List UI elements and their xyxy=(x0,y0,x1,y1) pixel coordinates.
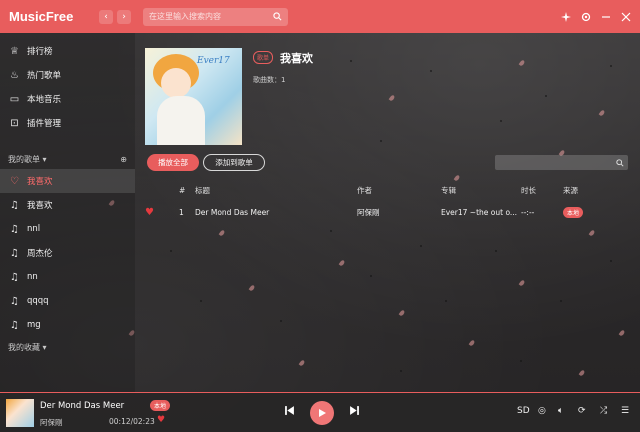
skip-next-icon[interactable] xyxy=(349,405,360,419)
title-bar: MusicFree ‹ › 在这里输入搜索内容 xyxy=(0,0,640,33)
my-sheets-header[interactable]: 我的歌单 ▾ ⊕ xyxy=(0,149,135,169)
my-collections-label: 我的收藏 xyxy=(8,342,40,352)
row-index: 1 xyxy=(179,207,184,217)
sidebar-item-sheet[interactable]: ♫ nnl xyxy=(0,217,135,241)
search-placeholder: 在这里输入搜索内容 xyxy=(149,12,221,21)
sidebar-item-sheet[interactable]: ♫ 我喜欢 xyxy=(0,193,135,217)
heart-icon: ♡ xyxy=(10,175,19,187)
my-sheets-label: 我的歌单 xyxy=(8,154,40,164)
table-row[interactable]: ♥ 1 Der Mond Das Meer 阿保剛 Ever17 ~the ou… xyxy=(135,202,640,222)
search-icon xyxy=(616,158,624,167)
sheet-type-badge: 歌单 xyxy=(253,51,274,64)
row-artist[interactable]: 阿保剛 xyxy=(357,202,380,222)
search-icon[interactable] xyxy=(273,12,282,21)
my-collections-header[interactable]: 我的收藏 ▾ xyxy=(0,337,135,357)
lyric-icon[interactable]: ◎ xyxy=(538,406,546,416)
theme-icon[interactable] xyxy=(561,11,571,22)
filter-input[interactable] xyxy=(495,155,628,170)
trophy-icon: ♕ xyxy=(10,45,19,57)
main-content: Ever17 歌单 我喜欢 歌曲数：1 播放全部 添加到歌单 # 标题 作者 专… xyxy=(135,33,640,392)
settings-icon[interactable] xyxy=(581,12,591,22)
folder-icon: ▭ xyxy=(9,93,20,105)
col-index: # xyxy=(179,185,186,195)
sidebar-item-hot-sheets[interactable]: ♨ 热门歌单 xyxy=(0,63,135,87)
sidebar-item-sheet[interactable]: ♫ nn xyxy=(0,265,135,289)
minimize-icon[interactable] xyxy=(601,12,611,22)
sidebar-item-sheet-favorites[interactable]: ♡ 我喜欢 xyxy=(0,169,135,193)
sidebar-item-label: 周杰伦 xyxy=(27,249,53,259)
source-badge: 本地 xyxy=(563,206,584,218)
now-playing-title[interactable]: Der Mond Das Meer xyxy=(40,401,124,411)
sidebar-item-local-music[interactable]: ▭ 本地音乐 xyxy=(0,87,135,111)
sidebar-item-charts[interactable]: ♕ 排行榜 xyxy=(0,39,135,63)
sidebar-item-sheet[interactable]: ♫ qqqq xyxy=(0,289,135,313)
play-button[interactable] xyxy=(310,401,334,425)
add-sheet-icon[interactable]: ⊕ xyxy=(120,155,127,164)
row-duration: --:-- xyxy=(521,207,535,217)
shuffle-icon[interactable]: ⤮ xyxy=(600,406,607,416)
play-icon xyxy=(319,409,326,417)
sidebar-item-label: 我喜欢 xyxy=(27,177,53,187)
chevron-right-icon: › xyxy=(122,11,126,22)
close-icon[interactable] xyxy=(621,12,631,22)
sidebar-item-label: 热门歌单 xyxy=(27,71,62,81)
music-note-icon: ♫ xyxy=(10,247,19,259)
search-input[interactable]: 在这里输入搜索内容 xyxy=(143,7,288,26)
music-note-icon: ♫ xyxy=(10,295,19,307)
table-header: # 标题 作者 专辑 时长 来源 xyxy=(135,181,640,199)
now-playing-cover[interactable] xyxy=(6,399,34,427)
now-playing-artist[interactable]: 阿保剛 xyxy=(40,417,63,428)
play-all-button[interactable]: 播放全部 xyxy=(147,154,199,171)
sidebar-item-label: 排行榜 xyxy=(27,47,53,57)
col-title[interactable]: 标题 xyxy=(195,181,210,199)
col-album[interactable]: 专辑 xyxy=(441,181,456,199)
back-button[interactable]: ‹ xyxy=(99,9,113,24)
chevron-left-icon: ‹ xyxy=(104,11,108,22)
sidebar-item-label: mg xyxy=(27,320,41,330)
player-bar: Der Mond Das Meer 本地 阿保剛 00:12/02:23 ♥ S… xyxy=(0,392,640,432)
music-note-icon: ♫ xyxy=(10,199,19,211)
sidebar-item-label: 本地音乐 xyxy=(27,95,62,105)
music-note-icon: ♫ xyxy=(10,223,19,235)
col-duration[interactable]: 时长 xyxy=(521,181,536,199)
music-note-icon: ♫ xyxy=(10,271,19,283)
playback-time: 00:12/02:23 xyxy=(109,417,155,426)
volume-icon[interactable]: 🔈︎ xyxy=(558,406,563,416)
sidebar-item-sheet[interactable]: ♫ 周杰伦 xyxy=(0,241,135,265)
music-note-icon: ♫ xyxy=(10,319,19,331)
skip-previous-icon[interactable] xyxy=(284,405,295,419)
sidebar-item-sheet[interactable]: ♫ mg xyxy=(0,313,135,337)
playlist-icon[interactable]: ☰ xyxy=(621,406,629,416)
now-playing-source-badge: 本地 xyxy=(150,400,171,411)
sidebar-item-label: 插件管理 xyxy=(27,119,62,129)
fire-icon: ♨ xyxy=(10,69,19,81)
sidebar-item-label: nnl xyxy=(27,224,41,234)
window-controls xyxy=(561,11,631,22)
row-title: Der Mond Das Meer xyxy=(195,207,270,217)
col-source[interactable]: 来源 xyxy=(563,181,578,199)
sidebar-item-plugins[interactable]: ⊡ 插件管理 xyxy=(0,111,135,135)
sheet-cover-image: Ever17 xyxy=(145,48,242,145)
song-count: 歌曲数：1 xyxy=(253,76,286,84)
forward-button[interactable]: › xyxy=(117,9,131,24)
sidebar-item-label: qqqq xyxy=(27,296,49,306)
sidebar-item-label: 我喜欢 xyxy=(27,201,53,211)
cover-title: Ever17 xyxy=(197,56,230,66)
row-album[interactable]: Ever17 ~the out o... xyxy=(441,202,519,222)
sheet-title: 我喜欢 xyxy=(280,52,313,65)
sidebar-item-label: nn xyxy=(27,272,38,282)
sidebar: ♕ 排行榜 ♨ 热门歌单 ▭ 本地音乐 ⊡ 插件管理 我的歌单 ▾ ⊕ ♡ 我喜… xyxy=(0,33,135,392)
heart-icon[interactable]: ♥ xyxy=(145,207,154,218)
heart-icon[interactable]: ♥ xyxy=(157,415,165,425)
app-logo: MusicFree xyxy=(9,9,74,24)
add-to-sheet-button[interactable]: 添加到歌单 xyxy=(203,154,265,171)
repeat-icon[interactable]: ⟳ xyxy=(578,406,586,416)
quality-button[interactable]: SD xyxy=(517,406,530,416)
plugin-icon: ⊡ xyxy=(10,117,19,129)
col-artist[interactable]: 作者 xyxy=(357,181,372,199)
